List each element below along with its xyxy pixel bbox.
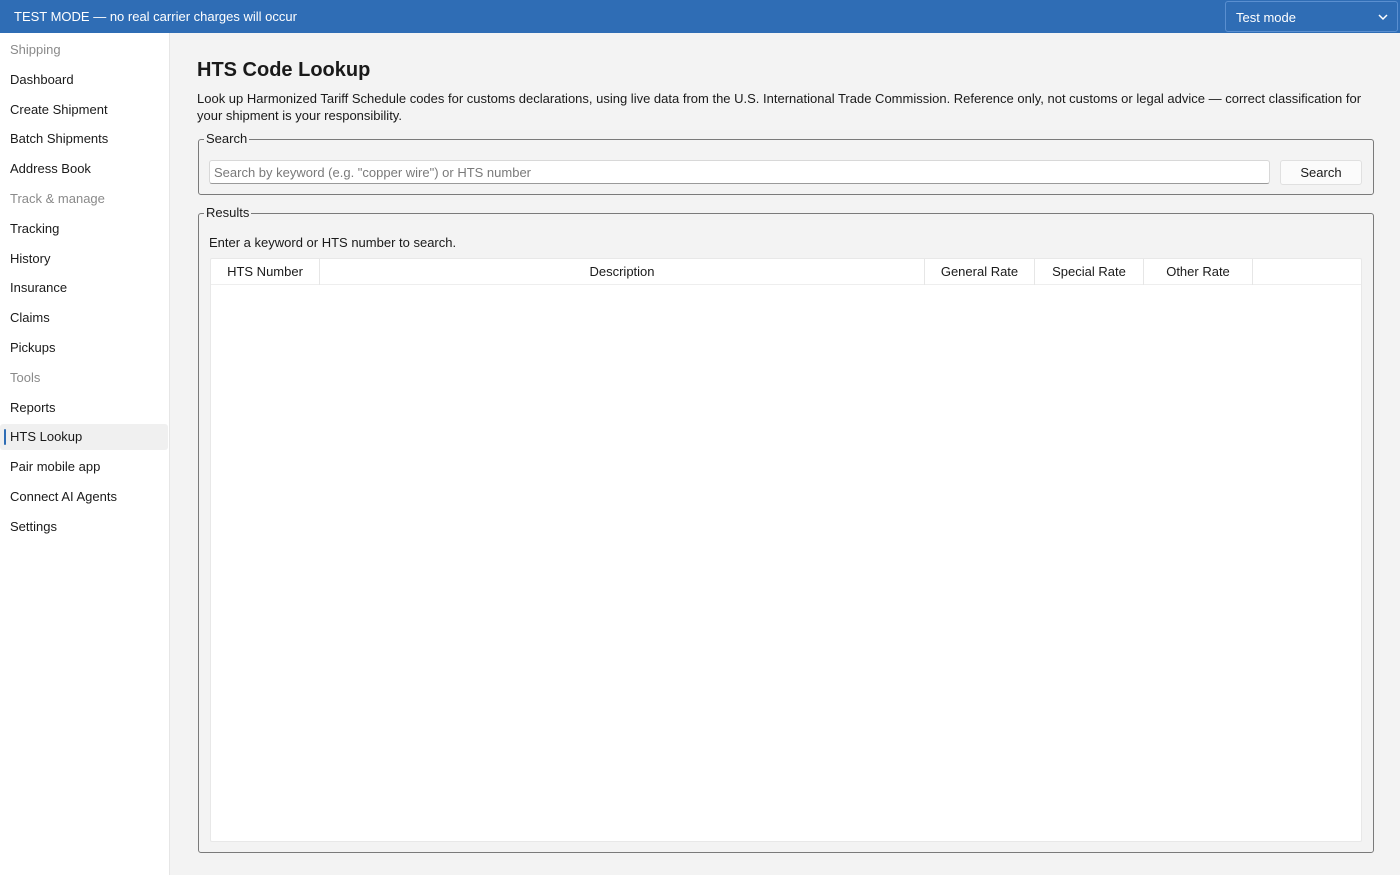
sidebar-item-label: Pair mobile app xyxy=(10,459,101,475)
search-group: Search Search xyxy=(198,131,1374,195)
sidebar-item-batch-shipments[interactable]: Batch Shipments xyxy=(0,126,168,152)
banner-text: TEST MODE — no real carrier charges will… xyxy=(14,9,297,24)
sidebar-item-pair-mobile-app[interactable]: Pair mobile app xyxy=(0,454,168,480)
sidebar-item-settings[interactable]: Settings xyxy=(0,514,168,540)
sidebar-item-claims[interactable]: Claims xyxy=(0,305,168,331)
sidebar-item-label: Batch Shipments xyxy=(10,131,109,147)
sidebar-item-tracking[interactable]: Tracking xyxy=(0,216,168,242)
sidebar-item-label: Tracking xyxy=(10,220,60,236)
sidebar-item-label: HTS Lookup xyxy=(10,429,83,445)
chevron-down-icon xyxy=(1378,14,1388,21)
sidebar-item-reports[interactable]: Reports xyxy=(0,395,168,421)
sidebar-item-label: Settings xyxy=(10,518,57,534)
column-header-other-rate[interactable]: Other Rate xyxy=(1144,259,1253,285)
mode-select-value: Test mode xyxy=(1236,10,1296,25)
sidebar-item-pickups[interactable]: Pickups xyxy=(0,335,168,361)
sidebar-item-label: Connect AI Agents xyxy=(10,489,117,504)
sidebar-section-label: Tools xyxy=(10,369,41,385)
sidebar-item-address-book[interactable]: Address Book xyxy=(0,156,168,182)
search-group-legend: Search xyxy=(204,131,250,146)
results-group-legend: Results xyxy=(204,205,252,220)
results-table-body xyxy=(211,286,1361,841)
sidebar-item-hts-lookup[interactable]: HTS Lookup xyxy=(0,424,168,451)
column-header-general-rate[interactable]: General Rate xyxy=(925,259,1035,285)
results-group: Results Enter a keyword or HTS number to… xyxy=(198,205,1374,853)
sidebar-section-label: Track & manage xyxy=(10,191,105,206)
sidebar-section-tools: Tools xyxy=(0,365,168,391)
sidebar-item-dashboard[interactable]: Dashboard xyxy=(0,67,168,93)
sidebar-nav: Shipping Dashboard Create Shipment Batch Sh… xyxy=(0,33,170,875)
results-table: HTS Number Description General Rate Spec… xyxy=(210,258,1362,842)
mode-select[interactable]: Test mode xyxy=(1225,1,1398,32)
column-header-description[interactable]: Description xyxy=(320,259,925,285)
sidebar-item-insurance[interactable]: Insurance xyxy=(0,275,168,301)
sidebar-item-label: Insurance xyxy=(10,280,68,296)
main-content: HTS Code Lookup Look up Harmonized Tarif… xyxy=(170,33,1400,875)
test-mode-banner: TEST MODE — no real carrier charges will… xyxy=(0,0,1400,33)
sidebar-item-label: History xyxy=(10,250,51,266)
sidebar-section-shipping: Shipping xyxy=(0,37,168,63)
column-header-special-rate[interactable]: Special Rate xyxy=(1035,259,1144,285)
sidebar-item-label: Pickups xyxy=(10,340,56,355)
column-header-hts-number[interactable]: HTS Number xyxy=(211,259,320,285)
sidebar-item-create-shipment[interactable]: Create Shipment xyxy=(0,97,168,123)
sidebar-item-label: Dashboard xyxy=(10,71,74,87)
sidebar-section-label: Shipping xyxy=(10,42,61,57)
search-button[interactable]: Search xyxy=(1280,160,1362,185)
sidebar-item-label: Reports xyxy=(10,399,56,415)
sidebar-item-history[interactable]: History xyxy=(0,246,168,272)
sidebar-item-connect-ai-agents[interactable]: Connect AI Agents xyxy=(0,484,168,510)
sidebar-section-track-and-manage: Track & manage xyxy=(0,186,168,212)
sidebar-item-label: Claims xyxy=(10,310,50,326)
results-table-header: HTS Number Description General Rate Spec… xyxy=(211,259,1361,285)
sidebar-item-label: Address Book xyxy=(10,161,91,177)
page-description: Look up Harmonized Tariff Schedule codes… xyxy=(197,91,1362,123)
results-status: Enter a keyword or HTS number to search. xyxy=(209,235,457,250)
search-input[interactable] xyxy=(209,160,1270,184)
page-title: HTS Code Lookup xyxy=(197,59,371,81)
sidebar-item-label: Create Shipment xyxy=(10,101,108,117)
